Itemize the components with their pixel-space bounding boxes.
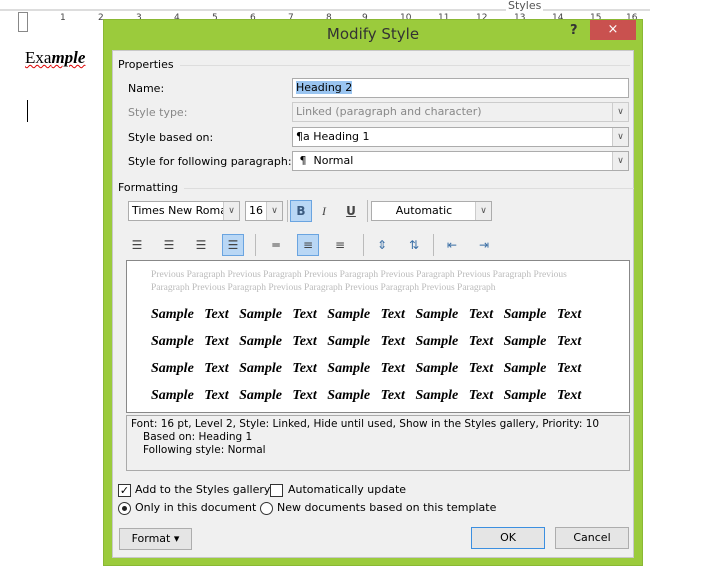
- font-size-select[interactable]: 16 ∨: [245, 201, 283, 221]
- help-button[interactable]: ?: [570, 23, 578, 38]
- based-on-label: Style based on:: [128, 131, 214, 144]
- ok-button[interactable]: OK: [471, 527, 545, 549]
- based-on-value: Heading 1: [313, 130, 370, 143]
- font-color-value: Automatic: [395, 204, 453, 217]
- font-select[interactable]: Times New Roman ∨: [128, 201, 240, 221]
- name-input[interactable]: Heading 2: [292, 78, 629, 98]
- font-value: Times New Roman: [132, 204, 234, 217]
- auto-update-checkbox[interactable]: [270, 484, 283, 497]
- style-type-label: Style type:: [128, 106, 188, 119]
- indent-marker[interactable]: [18, 12, 28, 32]
- styles-pane-label: Styles: [506, 0, 544, 12]
- underline-button[interactable]: U: [340, 200, 362, 222]
- dropdown-arrow-icon: ▾: [173, 532, 180, 545]
- increase-paragraph-spacing-icon[interactable]: ⇕: [371, 234, 393, 256]
- previous-paragraph-text: Previous Paragraph Previous Paragraph Pr…: [151, 270, 567, 293]
- one-half-spacing-icon[interactable]: ≡: [297, 234, 319, 256]
- sample-text-line: Sample Text Sample Text Sample Text Samp…: [151, 388, 582, 403]
- font-color-select[interactable]: Automatic ∨: [371, 201, 492, 221]
- dialog-body: Properties Name: Heading 2 Style type: L…: [112, 50, 635, 558]
- chevron-down-icon[interactable]: ∨: [266, 202, 282, 220]
- new-documents-label[interactable]: New documents based on this template: [277, 501, 496, 514]
- name-value: Heading 2: [296, 81, 353, 94]
- close-button[interactable]: ×: [590, 20, 636, 40]
- cancel-button[interactable]: Cancel: [555, 527, 629, 549]
- name-label: Name:: [128, 82, 165, 95]
- document-text[interactable]: Example: [25, 48, 85, 68]
- single-spacing-icon[interactable]: ═: [265, 234, 287, 256]
- sample-text-line: Sample Text Sample Text Sample Text Samp…: [151, 334, 582, 349]
- chevron-down-icon[interactable]: ∨: [223, 202, 239, 220]
- double-spacing-icon[interactable]: ≡: [329, 234, 351, 256]
- align-center-icon[interactable]: ☰: [158, 234, 180, 256]
- add-to-gallery-checkbox[interactable]: ✓: [118, 484, 131, 497]
- toolbar-separator: [363, 234, 364, 256]
- document-text-styled: mple: [51, 48, 86, 67]
- style-type-select: Linked (paragraph and character) ∨: [292, 102, 629, 122]
- toolbar-separator: [287, 200, 288, 222]
- toolbar-separator: [433, 234, 434, 256]
- italic-button[interactable]: I: [313, 200, 335, 222]
- new-documents-radio[interactable]: [260, 502, 273, 515]
- text-cursor: [27, 100, 28, 122]
- align-right-icon[interactable]: ☰: [190, 234, 212, 256]
- chevron-down-icon[interactable]: ∨: [612, 152, 628, 170]
- modify-style-dialog: Modify Style ? × Properties Name: Headin…: [103, 19, 643, 566]
- formatting-heading: Formatting: [118, 181, 635, 194]
- auto-update-label[interactable]: Automatically update: [288, 483, 406, 496]
- align-left-icon[interactable]: ☰: [126, 234, 148, 256]
- following-style-select[interactable]: ¶ Normal ∨: [292, 151, 629, 171]
- style-type-value: Linked (paragraph and character): [296, 105, 482, 118]
- toolbar-separator: [255, 234, 256, 256]
- description-line: Based on: Heading 1: [143, 431, 253, 443]
- format-button[interactable]: Format ▾: [119, 528, 192, 550]
- decrease-paragraph-spacing-icon[interactable]: ⇅: [403, 234, 425, 256]
- style-description: Font: 16 pt, Level 2, Style: Linked, Hid…: [126, 415, 630, 471]
- chevron-down-icon[interactable]: ∨: [612, 128, 628, 146]
- sample-text-line: Sample Text Sample Text Sample Text Samp…: [151, 307, 582, 322]
- following-value: Normal: [313, 154, 354, 167]
- add-to-gallery-label[interactable]: Add to the Styles gallery: [135, 483, 270, 496]
- decrease-indent-icon[interactable]: ⇤: [441, 234, 463, 256]
- description-line: Following style: Normal: [143, 444, 266, 456]
- properties-heading: Properties: [118, 58, 626, 71]
- dialog-title: Modify Style: [326, 25, 420, 43]
- format-label: Format: [131, 532, 171, 545]
- increase-indent-icon[interactable]: ⇥: [473, 234, 495, 256]
- toolbar-separator: [367, 200, 368, 222]
- bold-button[interactable]: B: [290, 200, 312, 222]
- ruler-number: 1: [60, 13, 66, 23]
- chevron-down-icon: ∨: [612, 103, 628, 121]
- sample-text-line: Sample Text Sample Text Sample Text Samp…: [151, 361, 582, 376]
- font-size-value: 16: [249, 204, 263, 217]
- paragraph-style-icon: ¶: [299, 154, 307, 167]
- following-label: Style for following paragraph:: [128, 155, 292, 168]
- document-text-plain: Exa: [25, 48, 52, 67]
- justify-icon[interactable]: ☰: [222, 234, 244, 256]
- linked-style-icon: ¶a: [296, 130, 310, 143]
- only-this-document-radio[interactable]: [118, 502, 131, 515]
- style-preview: Previous Paragraph Previous Paragraph Pr…: [126, 260, 630, 413]
- chevron-down-icon[interactable]: ∨: [475, 202, 491, 220]
- only-this-document-label[interactable]: Only in this document: [135, 501, 256, 514]
- description-line: Font: 16 pt, Level 2, Style: Linked, Hid…: [131, 418, 600, 430]
- based-on-select[interactable]: ¶a Heading 1 ∨: [292, 127, 629, 147]
